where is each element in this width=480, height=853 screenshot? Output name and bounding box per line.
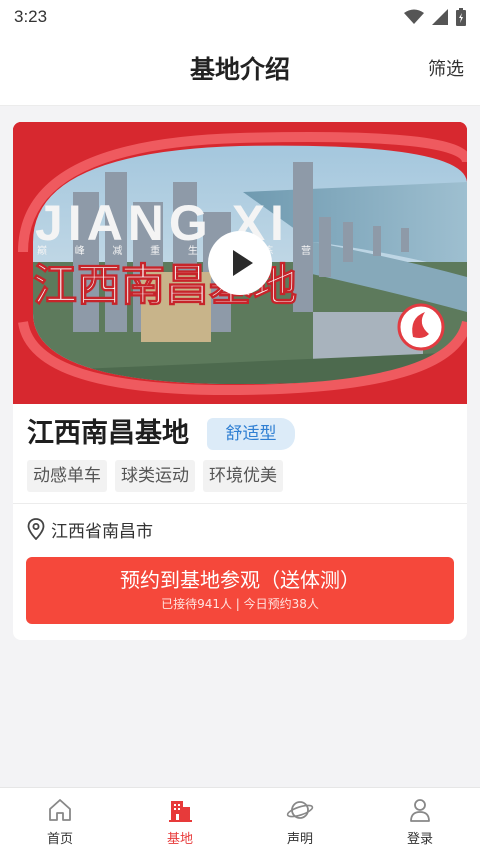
status-icons bbox=[404, 8, 466, 26]
divider bbox=[13, 503, 467, 504]
base-card[interactable]: JIANG XI 巅峰减重生训练营 江西南昌基地 江西南昌基地 舒适型 动感单车… bbox=[13, 122, 467, 640]
base-video-banner[interactable]: JIANG XI 巅峰减重生训练营 江西南昌基地 bbox=[13, 122, 467, 404]
tab-label: 首页 bbox=[46, 832, 73, 847]
page-title: 基地介绍 bbox=[189, 55, 290, 84]
book-visit-stats: 已接待941人 | 今日预约38人 bbox=[161, 597, 319, 611]
status-bar: 3:23 bbox=[0, 0, 480, 34]
banner-subtitle-char: 营 bbox=[301, 244, 311, 257]
base-name: 江西南昌基地 bbox=[27, 418, 189, 449]
location-pin-icon bbox=[27, 518, 45, 540]
status-time: 3:23 bbox=[14, 7, 48, 26]
tab-bar: 首页 基地 声明 登录 bbox=[0, 787, 480, 853]
tab-home[interactable]: 首页 bbox=[0, 788, 120, 853]
wifi-icon bbox=[404, 9, 424, 24]
location-text: 江西省南昌市 bbox=[51, 521, 153, 542]
banner-subtitle-char: 生 bbox=[188, 244, 198, 257]
tag: 动感单车 bbox=[27, 460, 107, 492]
tab-statement[interactable]: 声明 bbox=[240, 788, 360, 853]
building-icon bbox=[169, 801, 192, 822]
type-badge: 舒适型 bbox=[207, 418, 295, 450]
battery-icon bbox=[456, 8, 466, 26]
feature-tags: 动感单车 球类运动 环境优美 bbox=[27, 460, 283, 492]
tag: 球类运动 bbox=[115, 460, 195, 492]
user-icon bbox=[410, 799, 430, 822]
tab-label: 声明 bbox=[286, 832, 313, 847]
signal-icon bbox=[432, 9, 448, 25]
banner-subtitle-char: 减 bbox=[112, 245, 122, 257]
planet-icon bbox=[286, 801, 314, 819]
nav-bar: 基地介绍 筛选 bbox=[0, 34, 480, 106]
home-icon bbox=[49, 799, 71, 821]
play-button[interactable] bbox=[208, 231, 272, 295]
tab-label: 基地 bbox=[166, 832, 193, 847]
book-visit-button[interactable]: 预约到基地参观（送体测） 已接待941人 | 今日预约38人 bbox=[26, 557, 454, 624]
filter-button[interactable]: 筛选 bbox=[428, 34, 464, 106]
banner-subtitle-char: 重 bbox=[150, 244, 160, 257]
tab-base[interactable]: 基地 bbox=[120, 788, 240, 853]
location: 江西省南昌市 bbox=[27, 514, 153, 544]
tab-login[interactable]: 登录 bbox=[360, 788, 480, 853]
banner-subtitle-char: 峰 bbox=[75, 245, 85, 257]
banner-subtitle-char: 巅 bbox=[37, 245, 47, 257]
tab-label: 登录 bbox=[406, 832, 433, 847]
tag: 环境优美 bbox=[203, 460, 283, 492]
book-visit-label: 预约到基地参观（送体测） bbox=[120, 568, 360, 592]
play-icon bbox=[233, 250, 253, 276]
